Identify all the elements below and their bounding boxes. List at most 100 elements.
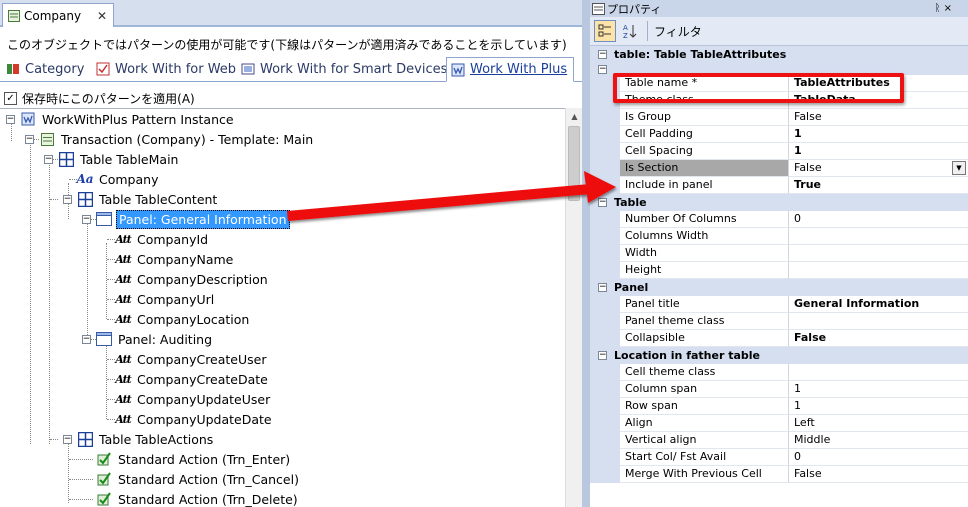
- property-row[interactable]: Is Group False: [590, 109, 968, 126]
- tree-node-attribute[interactable]: Att CompanyLocation: [115, 309, 251, 329]
- property-row[interactable]: Height: [590, 262, 968, 279]
- property-value[interactable]: General Information: [789, 296, 968, 313]
- collapse-icon[interactable]: −: [598, 65, 607, 74]
- tree-node-standard-action[interactable]: Standard Action (Trn_Enter): [96, 449, 292, 469]
- property-row[interactable]: Number Of Columns 0: [590, 211, 968, 228]
- tab-work-with-for-smart-devices[interactable]: Work With for Smart Devices: [237, 58, 447, 80]
- tree-node-table-main[interactable]: − Table TableMain: [44, 149, 180, 169]
- categorized-button[interactable]: [594, 20, 616, 42]
- tree-node-standard-action[interactable]: Standard Action (Trn_Cancel): [96, 469, 301, 489]
- tree-node-attribute[interactable]: Att CompanyUpdateUser: [115, 389, 272, 409]
- property-row[interactable]: Panel theme class: [590, 313, 968, 330]
- property-value[interactable]: [789, 313, 968, 330]
- tree-node-attribute[interactable]: Att CompanyId: [115, 229, 210, 249]
- collapse-icon[interactable]: −: [82, 214, 91, 224]
- property-value[interactable]: False: [789, 466, 968, 483]
- property-value[interactable]: True: [789, 177, 968, 194]
- property-row[interactable]: Merge With Previous Cell False: [590, 466, 968, 483]
- pin-close-icon[interactable]: ᚱ ×: [934, 3, 952, 14]
- property-row[interactable]: Cell Spacing 1: [590, 143, 968, 160]
- property-name: Cell Padding: [620, 126, 789, 143]
- attribute-icon: Att: [115, 292, 132, 306]
- property-row[interactable]: Row span 1: [590, 398, 968, 415]
- tree-node-company[interactable]: Aa Company: [76, 169, 160, 189]
- collapse-icon[interactable]: −: [598, 198, 607, 207]
- collapse-icon[interactable]: −: [598, 351, 607, 360]
- property-value[interactable]: 0: [789, 449, 968, 466]
- property-value[interactable]: False: [789, 160, 968, 177]
- property-name: Height: [620, 262, 789, 279]
- collapse-icon[interactable]: −: [25, 134, 34, 144]
- property-value[interactable]: False: [789, 109, 968, 126]
- tree-node-standard-action[interactable]: Standard Action (Trn_Delete): [96, 489, 300, 507]
- scroll-up-icon[interactable]: ▲: [566, 108, 583, 125]
- text-block-icon: Aa: [76, 172, 94, 186]
- document-tab-company[interactable]: Company ✕: [2, 3, 114, 27]
- property-value[interactable]: [789, 262, 968, 279]
- tree-node-attribute[interactable]: Att CompanyCreateUser: [115, 349, 269, 369]
- tree-node-attribute[interactable]: Att CompanyUpdateDate: [115, 409, 274, 429]
- property-value[interactable]: 1: [789, 143, 968, 160]
- tree-node-panel-general-information[interactable]: − Panel: General Information: [82, 209, 290, 229]
- tree-node-table-content[interactable]: − Table TableContent: [63, 189, 219, 209]
- tab-work-with-for-web[interactable]: Work With for Web: [92, 58, 236, 80]
- filter-button[interactable]: フィルタ: [651, 20, 705, 42]
- sort-az-icon: AZ: [623, 24, 637, 39]
- property-row[interactable]: Is Section False ▼: [590, 160, 968, 177]
- close-icon[interactable]: ✕: [97, 9, 107, 23]
- scroll-thumb[interactable]: [568, 126, 580, 201]
- pane-splitter[interactable]: [582, 0, 590, 507]
- property-name: Cell Spacing: [620, 143, 789, 160]
- collapse-icon[interactable]: −: [6, 114, 15, 124]
- tree-scrollbar[interactable]: ▲: [565, 108, 582, 507]
- property-row[interactable]: Column span 1: [590, 381, 968, 398]
- collapse-icon[interactable]: −: [82, 334, 91, 344]
- property-value[interactable]: [789, 228, 968, 245]
- property-row[interactable]: Align Left: [590, 415, 968, 432]
- property-row[interactable]: Include in panel True: [590, 177, 968, 194]
- tree-node-table-actions[interactable]: − Table TableActions: [63, 429, 215, 449]
- tree-node-root[interactable]: − WorkWithPlus Pattern Instance: [6, 109, 236, 129]
- tab-work-with-plus[interactable]: Work With Plus: [446, 57, 575, 82]
- property-row[interactable]: Vertical align Middle: [590, 432, 968, 449]
- property-row[interactable]: Width: [590, 245, 968, 262]
- tree-node-panel-auditing[interactable]: − Panel: Auditing: [82, 329, 214, 349]
- property-row[interactable]: Collapsible False: [590, 330, 968, 347]
- tree-node-attribute[interactable]: Att CompanyCreateDate: [115, 369, 270, 389]
- property-row[interactable]: Start Col/ Fst Avail 0: [590, 449, 968, 466]
- property-row[interactable]: Cell Padding 1: [590, 126, 968, 143]
- svg-text:A: A: [623, 24, 628, 32]
- collapse-icon[interactable]: −: [44, 154, 53, 164]
- property-value[interactable]: [789, 245, 968, 262]
- property-row[interactable]: Panel title General Information: [590, 296, 968, 313]
- dropdown-arrow-icon[interactable]: ▼: [952, 161, 966, 175]
- property-value[interactable]: Middle: [789, 432, 968, 449]
- collapse-icon[interactable]: −: [63, 194, 72, 204]
- attribute-icon: Att: [115, 232, 132, 246]
- property-row[interactable]: Cell theme class: [590, 364, 968, 381]
- property-name: Merge With Previous Cell: [620, 466, 789, 483]
- property-name: Width: [620, 245, 789, 262]
- tree-node-transaction[interactable]: − Transaction (Company) - Template: Main: [25, 129, 315, 149]
- categorized-icon: [598, 24, 611, 37]
- property-value[interactable]: [789, 364, 968, 381]
- property-value[interactable]: 0: [789, 211, 968, 228]
- property-row[interactable]: Columns Width: [590, 228, 968, 245]
- property-value[interactable]: 1: [789, 126, 968, 143]
- attribute-icon: Att: [115, 412, 132, 426]
- property-value[interactable]: False: [789, 330, 968, 347]
- collapse-icon[interactable]: −: [598, 50, 607, 59]
- alphabetical-button[interactable]: AZ: [619, 20, 641, 42]
- tab-category[interactable]: Category: [2, 58, 84, 80]
- apply-on-save-checkbox[interactable]: ✓: [4, 91, 17, 105]
- tree-node-attribute[interactable]: Att CompanyDescription: [115, 269, 270, 289]
- collapse-icon[interactable]: −: [63, 434, 72, 444]
- tree-node-attribute[interactable]: Att CompanyName: [115, 249, 235, 269]
- tree-node-attribute[interactable]: Att CompanyUrl: [115, 289, 216, 309]
- property-value[interactable]: Left: [789, 415, 968, 432]
- row-gutter: [590, 432, 620, 449]
- property-value[interactable]: 1: [789, 381, 968, 398]
- attribute-icon: Att: [115, 252, 132, 266]
- property-value[interactable]: 1: [789, 398, 968, 415]
- collapse-icon[interactable]: −: [598, 283, 607, 292]
